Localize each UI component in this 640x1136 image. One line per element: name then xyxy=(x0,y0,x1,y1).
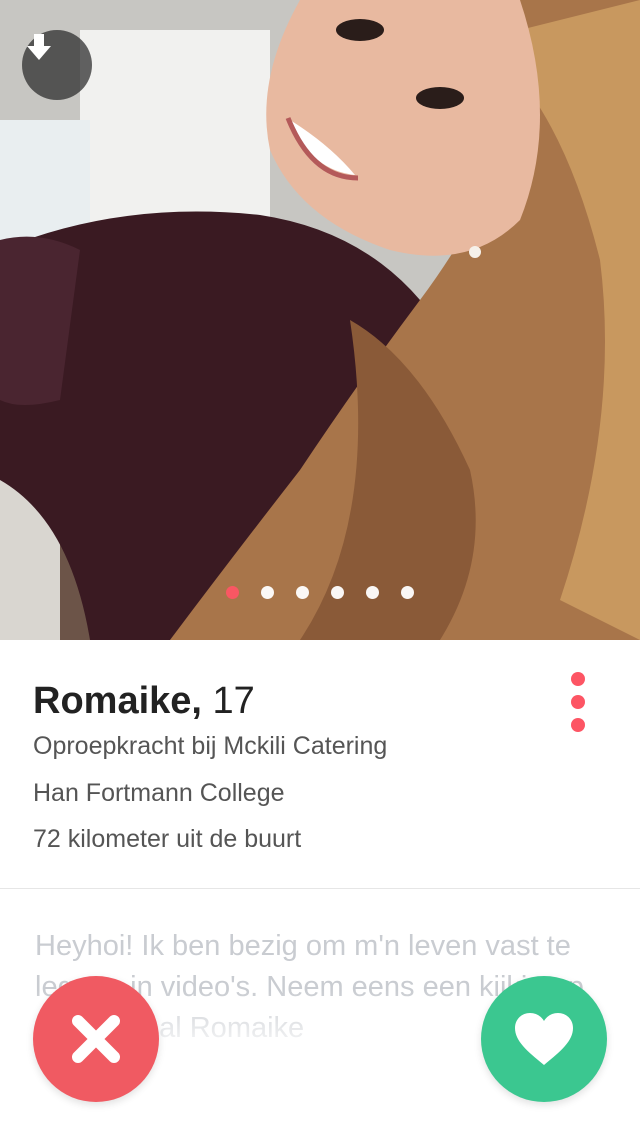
profile-school: Han Fortmann College xyxy=(33,779,285,807)
profile-job: Oproepkracht bij Mckili Catering xyxy=(33,732,388,760)
more-vertical-icon xyxy=(571,718,585,732)
profile-photo-image xyxy=(0,0,640,640)
more-vertical-icon xyxy=(571,695,585,709)
heart-icon xyxy=(515,1013,573,1065)
profile-distance: 72 kilometer uit de buurt xyxy=(33,825,302,853)
nope-button[interactable] xyxy=(33,976,159,1102)
more-options-button[interactable] xyxy=(560,672,596,732)
photo-dot[interactable] xyxy=(261,586,274,599)
profile-photo[interactable] xyxy=(0,0,640,640)
photo-dot[interactable] xyxy=(366,586,379,599)
profile-name: Romaike, xyxy=(33,680,202,722)
close-icon xyxy=(72,1015,120,1063)
photo-dot-active[interactable] xyxy=(226,586,239,599)
back-button[interactable] xyxy=(22,30,92,100)
profile-info: Romaike, 17 Oproepkracht bij Mckili Cate… xyxy=(0,640,640,890)
photo-pagination xyxy=(0,586,640,599)
profile-name-age: Romaike, 17 xyxy=(33,680,255,723)
divider xyxy=(0,888,640,889)
more-vertical-icon xyxy=(571,672,585,686)
arrow-down-icon xyxy=(27,34,51,60)
photo-dot[interactable] xyxy=(331,586,344,599)
photo-dot[interactable] xyxy=(296,586,309,599)
like-button[interactable] xyxy=(481,976,607,1102)
photo-dot[interactable] xyxy=(401,586,414,599)
profile-age: 17 xyxy=(212,680,255,722)
